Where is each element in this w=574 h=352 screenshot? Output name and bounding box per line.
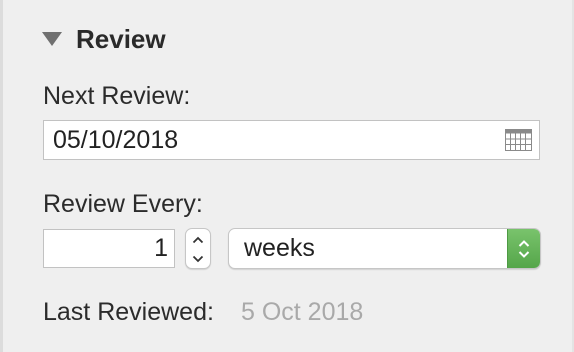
last-reviewed-value: 5 Oct 2018 <box>241 298 364 326</box>
review-every-count-value[interactable]: 1 <box>154 234 168 263</box>
review-every-label: Review Every: <box>43 190 203 218</box>
stepper-increment-button[interactable] <box>186 230 210 249</box>
next-review-label: Next Review: <box>43 82 191 110</box>
review-section-header[interactable]: Review <box>42 22 166 56</box>
panel-left-divider <box>0 0 3 352</box>
disclosure-triangle-icon[interactable] <box>42 32 62 46</box>
next-review-date-value[interactable]: 05/10/2018 <box>53 126 505 155</box>
stepper-decrement-button[interactable] <box>186 249 210 268</box>
review-interval-unit-popup[interactable]: weeks <box>228 228 541 269</box>
chevron-up-icon <box>192 236 204 243</box>
next-review-date-field[interactable]: 05/10/2018 <box>43 120 540 160</box>
review-inspector-panel: Review Next Review: 05/10/2018 Review Ev… <box>0 0 574 352</box>
calendar-icon[interactable] <box>505 129 532 151</box>
last-reviewed-label: Last Reviewed: <box>43 298 214 326</box>
section-title: Review <box>76 23 166 54</box>
chevron-up-down-icon <box>518 239 530 258</box>
review-every-stepper[interactable] <box>185 228 211 269</box>
review-interval-unit-value: weeks <box>244 234 315 262</box>
chevron-down-icon <box>192 255 204 262</box>
popup-arrows-button[interactable] <box>507 229 540 268</box>
review-every-count-field[interactable]: 1 <box>43 229 175 268</box>
